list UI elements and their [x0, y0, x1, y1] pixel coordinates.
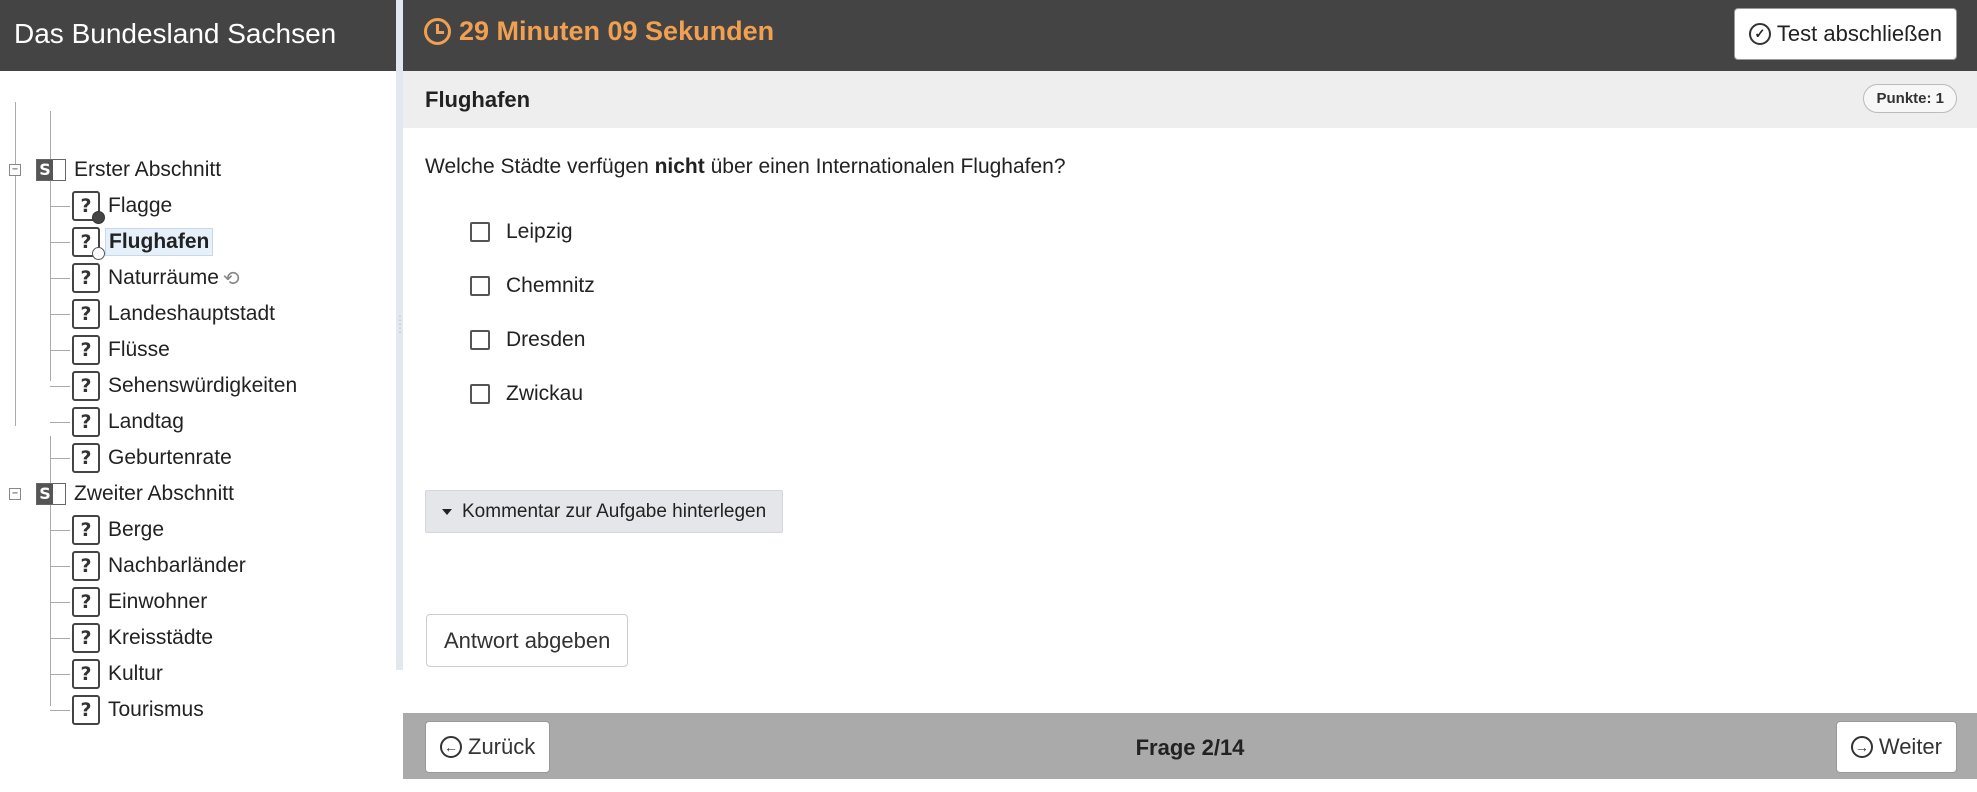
option-checkbox[interactable]: [470, 276, 490, 296]
finish-test-button[interactable]: ✓ Test abschließen: [1733, 8, 1957, 60]
question-label: Naturräume: [108, 266, 219, 289]
question-item-geburtenrate[interactable]: ? Geburtenrate: [72, 441, 232, 475]
question-icon: ?: [72, 623, 100, 653]
question-item-tourismus[interactable]: ? Tourismus: [72, 693, 204, 727]
option-checkbox[interactable]: [470, 330, 490, 350]
timer: 29 Minuten 09 Sekunden: [424, 16, 774, 47]
question-text: Welche Städte verfügen nicht über einen …: [425, 155, 1066, 178]
navigation-bar: ← Zurück Frage 2/14 → Weiter: [403, 713, 1977, 779]
question-item-flughafen[interactable]: ? Flughafen: [72, 225, 214, 260]
submit-answer-label: Antwort abgeben: [444, 627, 611, 653]
question-icon: ?: [72, 335, 100, 365]
question-item-landeshauptstadt[interactable]: ? Landeshauptstadt: [72, 297, 275, 331]
question-icon: ?: [72, 263, 100, 293]
question-icon: ?: [72, 587, 100, 617]
question-label: Tourismus: [108, 698, 204, 721]
question-icon: ?: [72, 191, 105, 224]
question-item-fluesse[interactable]: ? Flüsse: [72, 333, 170, 367]
section-item-zweiter-abschnitt[interactable]: S Zweiter Abschnitt: [36, 477, 234, 511]
question-tree: − S Erster Abschnitt ? Flagge ? Flughafe…: [0, 71, 396, 725]
section-label: Zweiter Abschnitt: [74, 482, 234, 505]
question-label: Flagge: [108, 194, 173, 217]
question-label-active: Flughafen: [105, 228, 214, 256]
sidebar-title: Das Bundesland Sachsen: [0, 0, 396, 71]
question-label: Einwohner: [108, 590, 208, 613]
points-badge: Punkte: 1: [1863, 84, 1957, 113]
main-content: 29 Minuten 09 Sekunden ✓ Test abschließe…: [403, 0, 1977, 792]
question-item-berge[interactable]: ? Berge: [72, 513, 164, 547]
clock-icon: [424, 18, 451, 45]
finish-test-label: Test abschließen: [1776, 21, 1942, 46]
option-chemnitz[interactable]: Chemnitz: [470, 274, 595, 298]
caret-down-icon: [442, 508, 452, 515]
section-item-erster-abschnitt[interactable]: S Erster Abschnitt: [36, 153, 221, 187]
answered-status-dot-icon: [92, 211, 105, 224]
option-dresden[interactable]: Dresden: [470, 328, 585, 352]
check-circle-icon: ✓: [1748, 23, 1771, 45]
question-title: Flughafen: [425, 87, 531, 112]
question-label: Landtag: [108, 410, 184, 433]
question-icon: ?: [72, 551, 100, 581]
reset-icon: ⟲: [222, 267, 240, 290]
question-label: Flüsse: [108, 338, 170, 361]
question-icon: ?: [72, 659, 100, 689]
question-item-naturraeume[interactable]: ? Naturräume ⟲: [72, 261, 240, 295]
question-item-einwohner[interactable]: ? Einwohner: [72, 585, 207, 619]
question-icon: ?: [72, 443, 100, 473]
arrow-right-circle-icon: →: [1850, 736, 1873, 758]
section-2-collapse-toggle[interactable]: −: [9, 488, 21, 500]
question-icon: ?: [72, 371, 100, 401]
next-button[interactable]: → Weiter: [1835, 721, 1957, 773]
current-status-dot-icon: [92, 247, 105, 260]
option-checkbox[interactable]: [470, 222, 490, 242]
question-label: Geburtenrate: [108, 446, 232, 469]
option-label: Zwickau: [506, 382, 584, 405]
question-item-landtag[interactable]: ? Landtag: [72, 405, 184, 439]
option-label: Dresden: [506, 328, 586, 351]
question-item-nachbarlaender[interactable]: ? Nachbarländer: [72, 549, 246, 583]
next-label: Weiter: [1878, 734, 1942, 759]
section-label: Erster Abschnitt: [74, 158, 222, 181]
question-icon: ?: [72, 407, 100, 437]
page-indicator: Frage 2/14: [1135, 735, 1245, 760]
top-bar: 29 Minuten 09 Sekunden ✓ Test abschließe…: [403, 0, 1977, 71]
sidebar: Das Bundesland Sachsen − S Erster Abschn…: [0, 0, 396, 725]
option-label: Chemnitz: [506, 274, 595, 297]
option-leipzig[interactable]: Leipzig: [470, 220, 573, 244]
comment-toggle-label: Kommentar zur Aufgabe hinterlegen: [462, 500, 767, 522]
question-item-kultur[interactable]: ? Kultur: [72, 657, 163, 691]
section-1-collapse-toggle[interactable]: −: [9, 164, 21, 176]
question-label: Nachbarländer: [108, 554, 246, 577]
question-icon: ?: [72, 695, 100, 725]
section-icon: S: [36, 159, 66, 181]
question-label: Kultur: [108, 662, 163, 685]
option-label: Leipzig: [506, 220, 573, 243]
question-label: Kreisstädte: [108, 626, 214, 649]
question-label: Sehenswürdigkeiten: [108, 374, 298, 397]
question-icon: ?: [72, 299, 100, 329]
question-item-sehenswuerdigkeiten[interactable]: ? Sehenswürdigkeiten: [72, 369, 297, 403]
question-label: Landeshauptstadt: [108, 302, 275, 325]
option-checkbox[interactable]: [470, 384, 490, 404]
question-icon: ?: [72, 515, 100, 545]
question-item-kreisstaedte[interactable]: ? Kreisstädte: [72, 621, 213, 655]
question-header: Flughafen Punkte: 1: [403, 71, 1977, 128]
timer-text: 29 Minuten 09 Sekunden: [459, 16, 775, 46]
question-label: Berge: [108, 518, 165, 541]
submit-answer-button[interactable]: Antwort abgeben: [426, 614, 629, 667]
question-item-flagge[interactable]: ? Flagge: [72, 189, 173, 224]
option-zwickau[interactable]: Zwickau: [470, 382, 583, 406]
sidebar-splitter[interactable]: [396, 0, 403, 670]
section-icon: S: [36, 483, 66, 505]
comment-toggle-button[interactable]: Kommentar zur Aufgabe hinterlegen: [425, 490, 784, 533]
question-icon: ?: [72, 227, 105, 260]
